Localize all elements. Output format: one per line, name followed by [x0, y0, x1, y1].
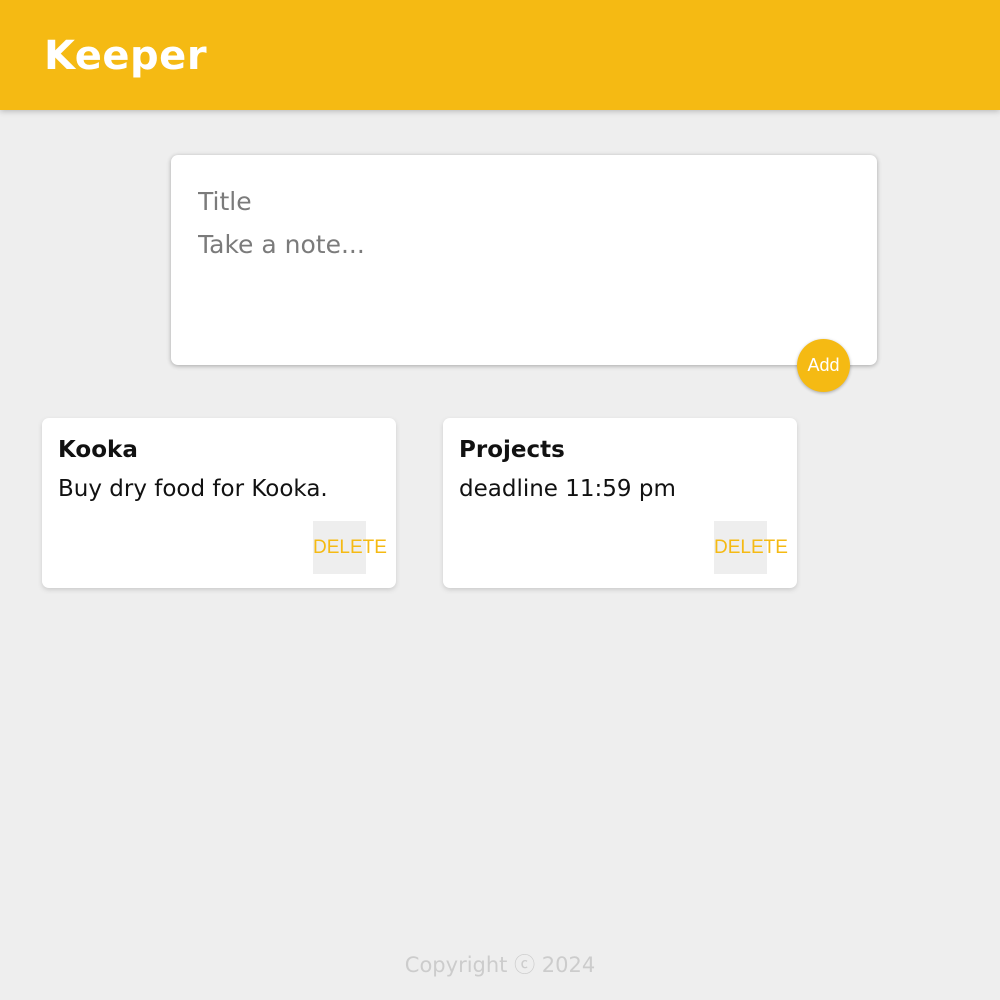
app-header: Keeper — [0, 0, 1000, 110]
note-content-input[interactable] — [198, 229, 848, 339]
note-title: Projects — [459, 437, 565, 463]
note-content: deadline 11:59 pm — [459, 476, 676, 502]
note-content: Buy dry food for Kooka. — [58, 476, 328, 502]
app-title: Keeper — [44, 33, 208, 79]
create-note-form — [171, 155, 877, 365]
delete-note-button[interactable]: DELETE — [714, 521, 788, 574]
note-card: Kooka Buy dry food for Kooka. DELETE — [42, 418, 396, 588]
note-card: Projects deadline 11:59 pm DELETE — [443, 418, 797, 588]
note-title-input[interactable] — [198, 185, 848, 217]
copyright-text: Copyright ⓒ 2024 — [404, 953, 596, 977]
note-title: Kooka — [58, 437, 138, 463]
delete-note-button[interactable]: DELETE — [313, 521, 387, 574]
keeper-app: Keeper Add Kooka Buy dry food for Kooka.… — [0, 0, 1000, 1000]
add-note-button[interactable]: Add — [797, 339, 850, 392]
